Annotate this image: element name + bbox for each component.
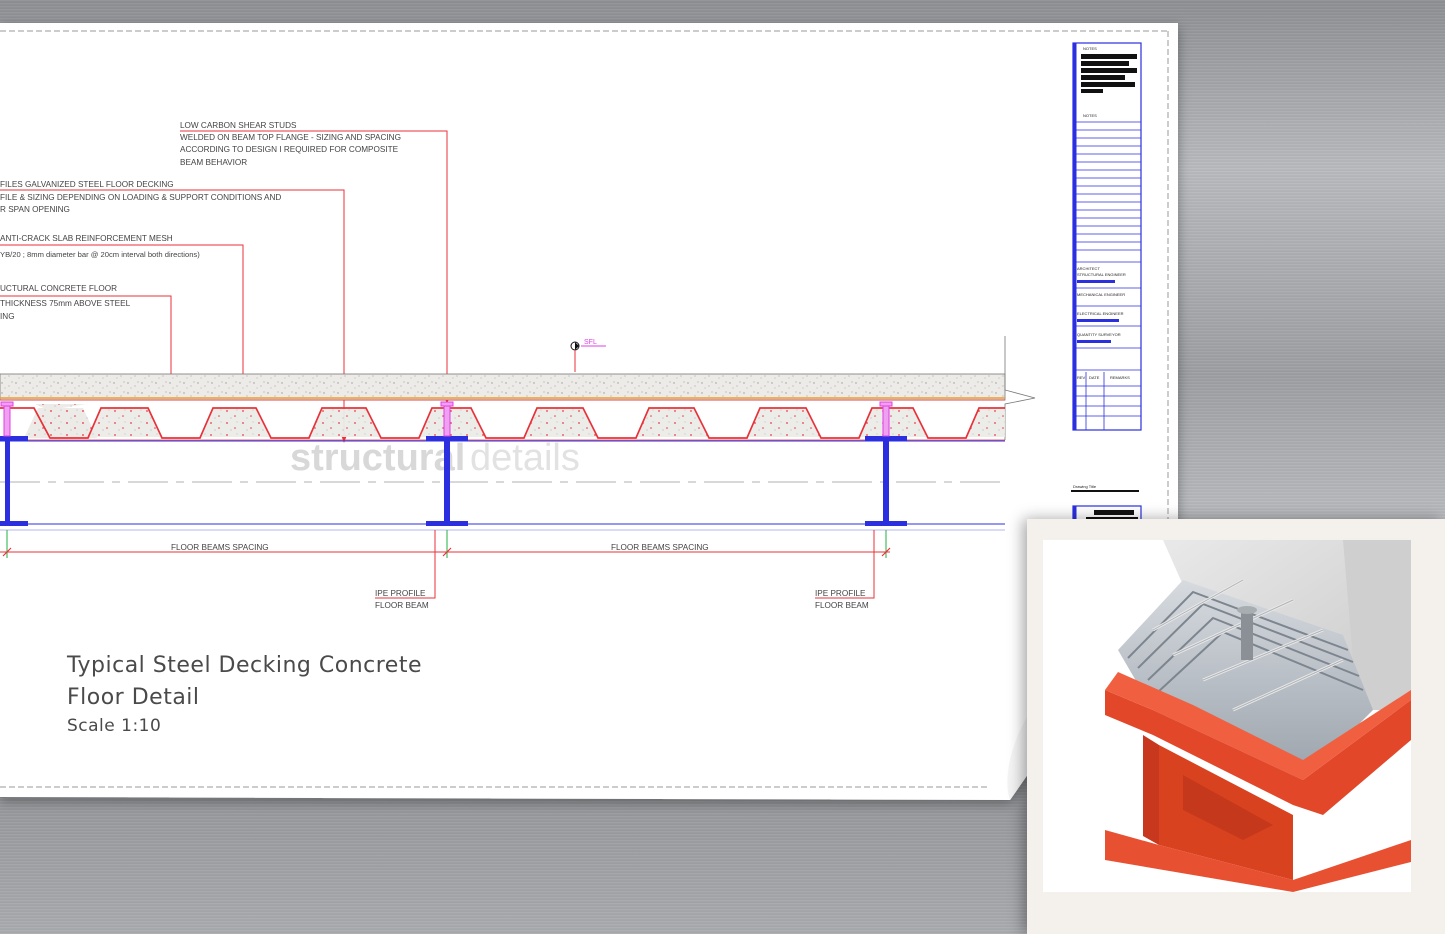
photo-card <box>1027 519 1445 934</box>
drawing-caption: Typical Steel Decking Concrete Floor Det… <box>67 650 422 738</box>
label-studs-2: WELDED ON BEAM TOP FLANGE - SIZING AND S… <box>180 133 401 142</box>
tb-mechanical: MECHANICAL ENGINEER <box>1077 292 1125 297</box>
label-decking-2: FILE & SIZING DEPENDING ON LOADING & SUP… <box>0 193 281 202</box>
label-concrete-3: ING <box>0 312 15 321</box>
steel-deck-beam-illustration <box>1043 540 1411 892</box>
label-studs-1: LOW CARBON SHEAR STUDS <box>180 121 297 130</box>
ipe-mid-label-1: IPE PROFILE <box>375 589 426 598</box>
tb-electrical: ELECTRICAL ENGINEER <box>1077 311 1124 316</box>
caption-title-line-1: Typical Steel Decking Concrete <box>67 653 423 678</box>
label-mesh-2: YB/20 ; 8mm diameter bar @ 20cm interval… <box>0 250 200 259</box>
label-studs-4: BEAM BEHAVIOR <box>180 158 247 167</box>
label-concrete-1: UCTURAL CONCRETE FLOOR <box>0 284 117 293</box>
caption-scale: Scale 1:10 <box>67 716 162 736</box>
label-studs-3: ACCORDING TO DESIGN I REQUIRED FOR COMPO… <box>180 145 399 154</box>
tb-notes-1: NOTES <box>1083 46 1097 51</box>
watermark-structural: structural <box>290 437 465 479</box>
sfl-label: SFL <box>584 339 597 346</box>
tb-structural: STRUCTURAL ENGINEER <box>1077 272 1126 277</box>
ipe-mid-label-2: FLOOR BEAM <box>375 601 429 610</box>
label-mesh-1: ANTI-CRACK SLAB REINFORCEMENT MESH <box>0 234 173 243</box>
spacing-label-right: FLOOR BEAMS SPACING <box>611 543 709 552</box>
tb-date: DATE <box>1089 375 1100 380</box>
tb-architect: ARCHITECT <box>1077 266 1100 271</box>
ipe-right-label-1: IPE PROFILE <box>815 589 866 598</box>
caption-title-line-2: Floor Detail <box>67 685 200 710</box>
ipe-right-label-2: FLOOR BEAM <box>815 601 869 610</box>
tb-notes-2: NOTES <box>1083 113 1097 118</box>
label-concrete-2: THICKNESS 75mm ABOVE STEEL <box>0 299 131 308</box>
spacing-label-left: FLOOR BEAMS SPACING <box>171 543 269 552</box>
tb-remarks: REMARKS <box>1110 375 1130 380</box>
watermark-details: details <box>470 437 580 479</box>
tb-drawing-title: Drawing Title <box>1073 484 1097 489</box>
label-decking-3: R SPAN OPENING <box>0 205 70 214</box>
tb-rev: REV <box>1077 375 1086 380</box>
deck-illustration-svg <box>1043 540 1411 892</box>
label-decking-1: FILES GALVANIZED STEEL FLOOR DECKING <box>0 180 174 189</box>
tb-quantity: QUANTITY SURVEYOR <box>1077 332 1121 337</box>
